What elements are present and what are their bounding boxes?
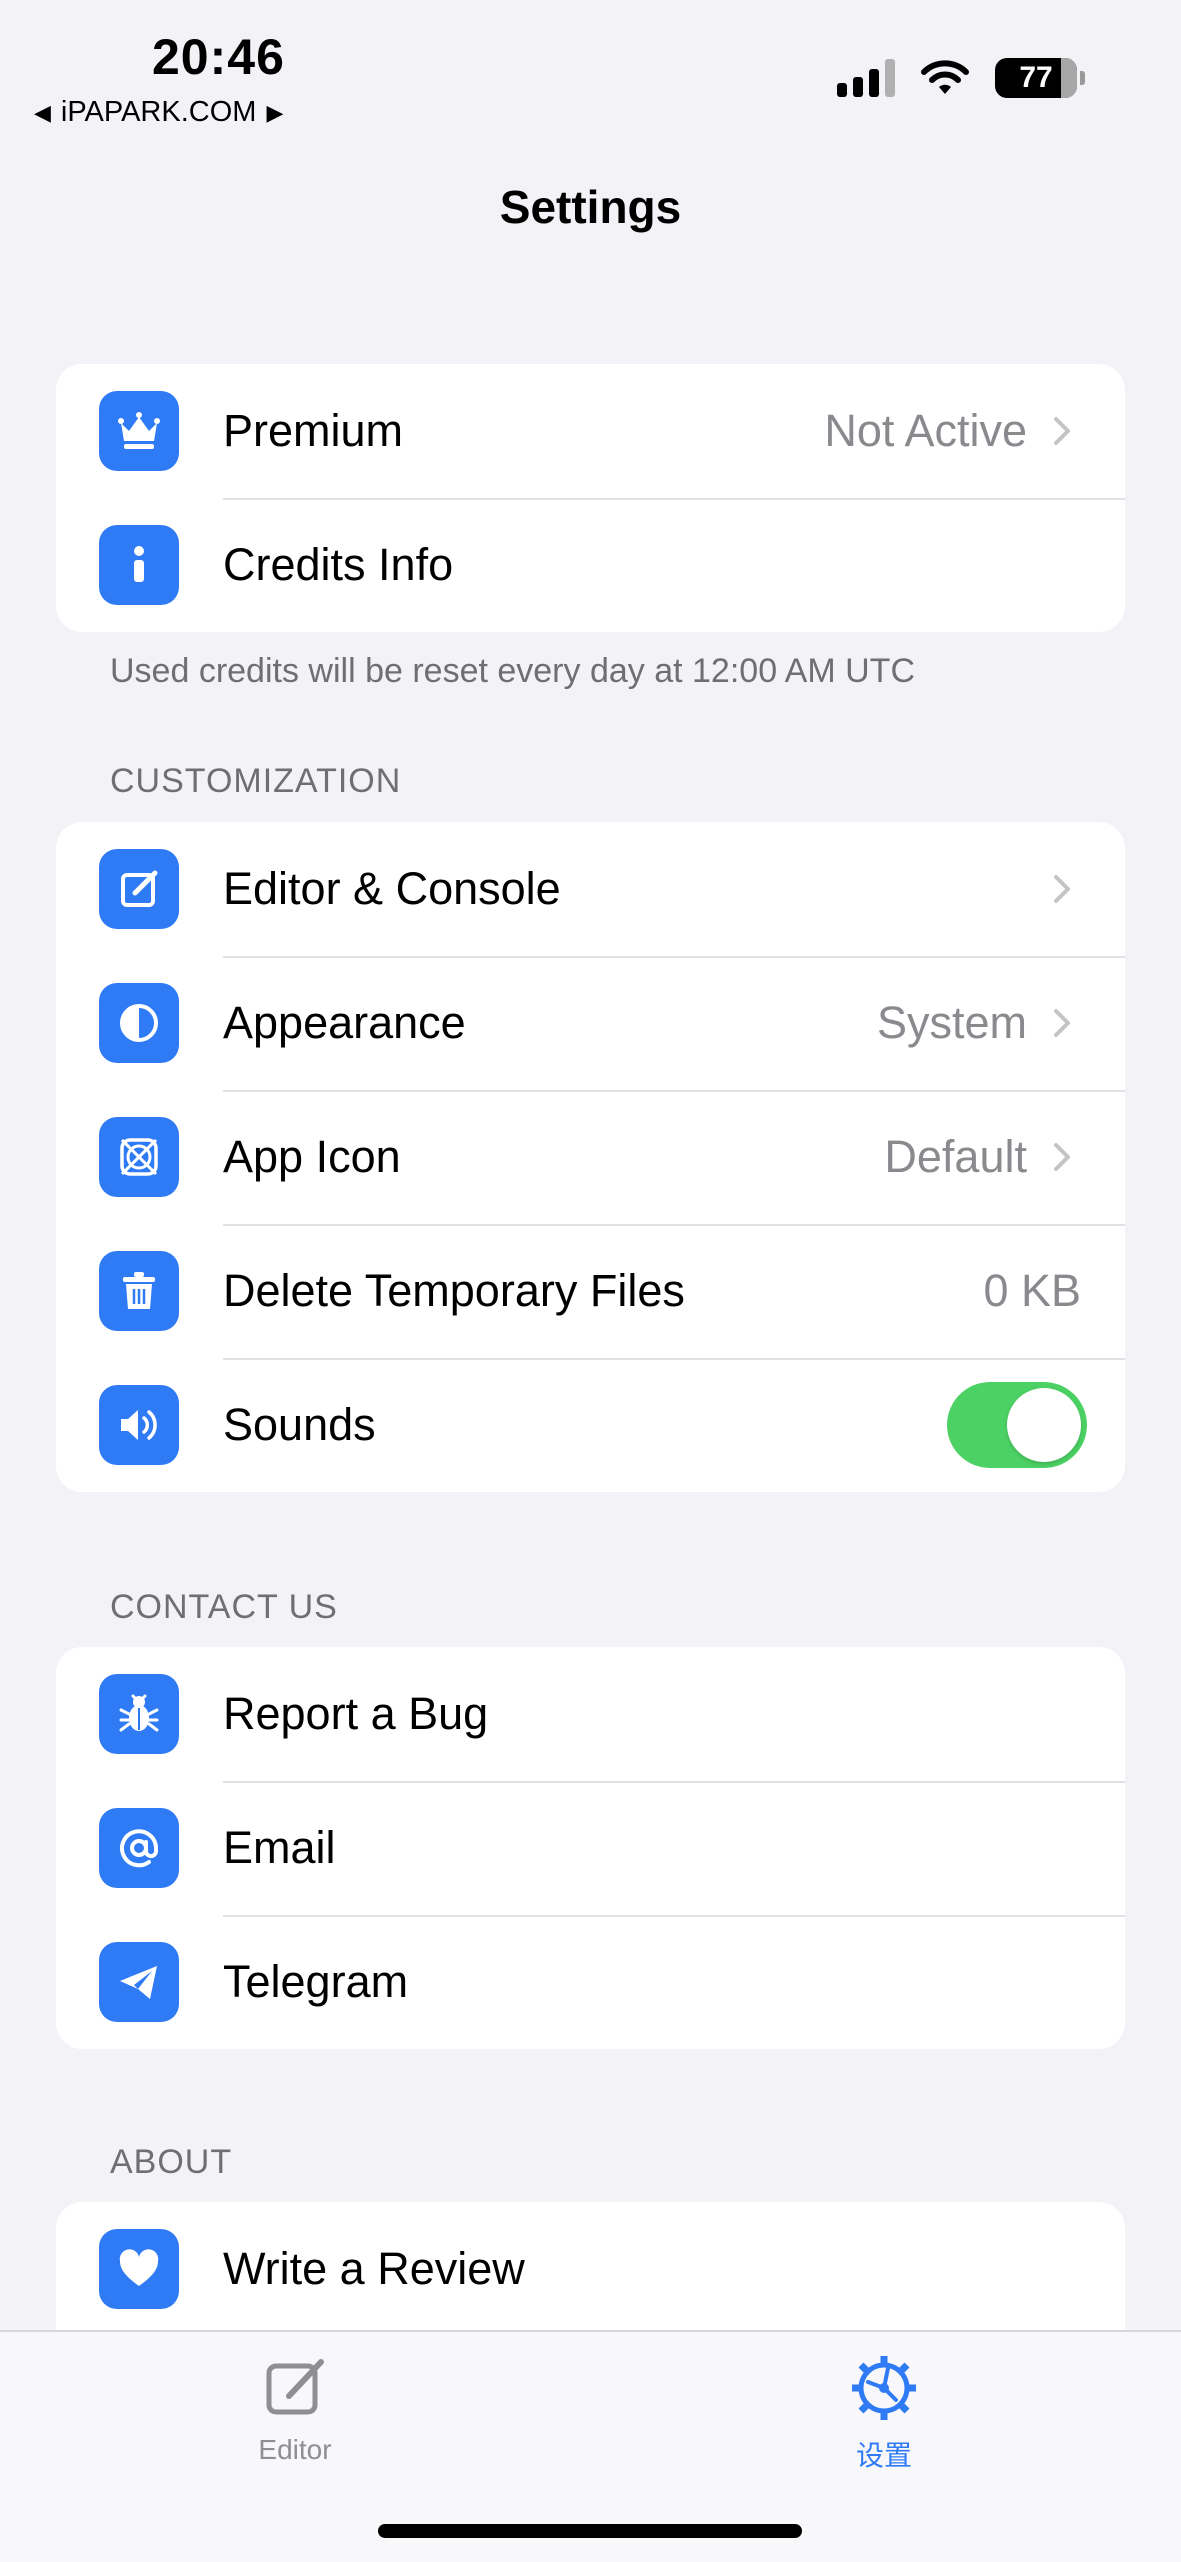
premium-status-value: Not Active bbox=[824, 405, 1027, 456]
edit-icon bbox=[99, 849, 179, 929]
at-icon bbox=[99, 1808, 179, 1888]
back-to-app-link[interactable]: ◀ iPAPARK.COM ▶ bbox=[34, 96, 283, 129]
telegram-row[interactable]: Telegram bbox=[56, 1915, 1125, 2049]
edit-tab-icon bbox=[266, 2359, 324, 2415]
crown-icon bbox=[99, 391, 179, 471]
premium-label: Premium bbox=[223, 405, 404, 456]
appearance-row[interactable]: Appearance System bbox=[56, 956, 1125, 1090]
toggle-knob bbox=[1007, 1388, 1081, 1462]
sounds-toggle[interactable] bbox=[947, 1382, 1087, 1468]
account-group: Premium Not Active Credits Info bbox=[56, 364, 1125, 632]
info-icon bbox=[99, 525, 179, 605]
temp-files-size-value: 0 KB bbox=[983, 1265, 1081, 1316]
app-icon-label: App Icon bbox=[223, 1131, 401, 1182]
sounds-label: Sounds bbox=[223, 1399, 376, 1450]
credits-info-label: Credits Info bbox=[223, 539, 454, 590]
bug-icon bbox=[99, 1674, 179, 1754]
delete-temp-files-label: Delete Temporary Files bbox=[223, 1265, 685, 1316]
speaker-icon bbox=[99, 1385, 179, 1465]
tab-settings-label: 设置 bbox=[855, 2440, 912, 2471]
tab-settings[interactable]: 设置 bbox=[764, 2352, 1004, 2474]
app-icon-value: Default bbox=[884, 1131, 1027, 1182]
left-triangle-icon: ◀ bbox=[34, 99, 51, 125]
email-row[interactable]: Email bbox=[56, 1781, 1125, 1915]
delete-temp-files-row[interactable]: Delete Temporary Files 0 KB bbox=[56, 1224, 1125, 1358]
editor-console-row[interactable]: Editor & Console bbox=[56, 822, 1125, 956]
chevron-right-icon bbox=[1054, 417, 1070, 445]
trash-icon bbox=[99, 1251, 179, 1331]
credits-footnote: Used credits will be reset every day at … bbox=[110, 652, 915, 690]
editor-console-label: Editor & Console bbox=[223, 863, 561, 914]
report-bug-label: Report a Bug bbox=[223, 1688, 489, 1739]
chevron-right-icon bbox=[1054, 1009, 1070, 1037]
customization-group: Editor & Console Appearance System App I… bbox=[56, 822, 1125, 1492]
contact-us-group: Report a Bug Email Telegram bbox=[56, 1647, 1125, 2049]
tab-editor[interactable]: Editor bbox=[175, 2352, 415, 2466]
gear-icon bbox=[852, 2356, 916, 2420]
write-review-label: Write a Review bbox=[223, 2243, 525, 2294]
heart-icon bbox=[99, 2229, 179, 2309]
credits-info-row[interactable]: Credits Info bbox=[56, 498, 1125, 632]
wifi-icon bbox=[921, 60, 969, 94]
contrast-icon bbox=[99, 983, 179, 1063]
about-header: ABOUT bbox=[110, 2143, 233, 2181]
back-app-label: iPAPARK.COM bbox=[60, 96, 257, 128]
chevron-right-icon bbox=[1054, 875, 1070, 903]
contact-us-header: CONTACT US bbox=[110, 1588, 338, 1626]
appearance-value: System bbox=[876, 997, 1027, 1048]
right-triangle-icon: ▶ bbox=[266, 99, 284, 125]
write-review-row[interactable]: Write a Review bbox=[56, 2202, 1125, 2336]
chevron-right-icon bbox=[1054, 1143, 1070, 1171]
sounds-row: Sounds bbox=[56, 1358, 1125, 1492]
app-icon-grid-icon bbox=[99, 1117, 179, 1197]
status-icons: 77 bbox=[837, 58, 1085, 98]
battery-level: 77 bbox=[1019, 61, 1053, 94]
home-indicator[interactable] bbox=[378, 2524, 802, 2538]
telegram-label: Telegram bbox=[223, 1956, 409, 2007]
paper-plane-icon bbox=[99, 1942, 179, 2022]
customization-header: CUSTOMIZATION bbox=[110, 762, 402, 800]
appearance-label: Appearance bbox=[223, 997, 466, 1048]
app-icon-row[interactable]: App Icon Default bbox=[56, 1090, 1125, 1224]
cellular-signal-icon bbox=[837, 59, 895, 97]
battery-indicator: 77 bbox=[995, 58, 1085, 98]
page-title: Settings bbox=[499, 181, 682, 233]
email-label: Email bbox=[223, 1822, 336, 1873]
premium-row[interactable]: Premium Not Active bbox=[56, 364, 1125, 498]
tab-editor-label: Editor bbox=[258, 2434, 332, 2465]
report-bug-row[interactable]: Report a Bug bbox=[56, 1647, 1125, 1781]
status-time: 20:46 bbox=[152, 29, 285, 85]
